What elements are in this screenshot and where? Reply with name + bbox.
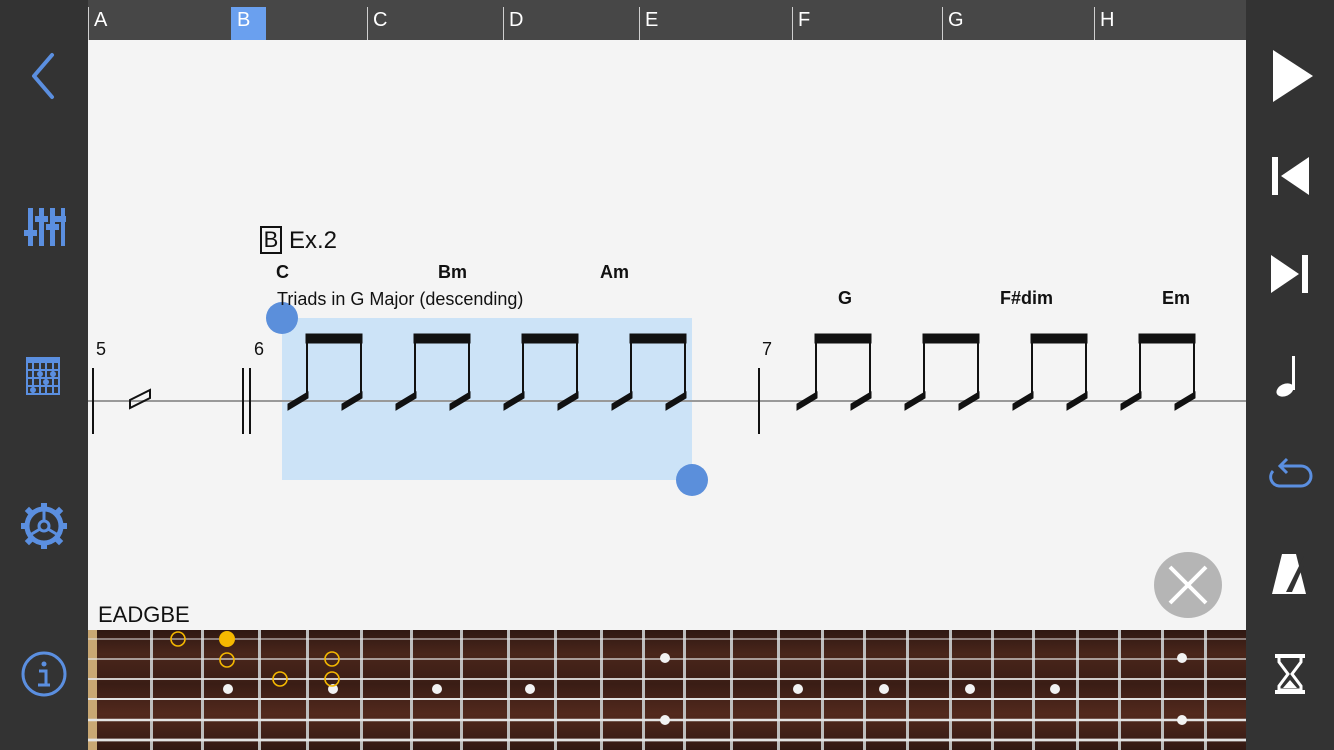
fretboard-drawing xyxy=(88,630,1246,750)
section-d[interactable]: D xyxy=(503,7,639,40)
section-label: D xyxy=(509,9,524,31)
fret-wire xyxy=(642,630,645,750)
fretboard[interactable] xyxy=(88,630,1246,750)
fret-wire xyxy=(360,630,363,750)
fret-wire xyxy=(991,630,994,750)
close-button[interactable] xyxy=(1154,552,1222,618)
fret-wire xyxy=(201,630,204,750)
beam xyxy=(1030,333,1088,344)
timer-icon xyxy=(1275,654,1305,694)
fret-wire xyxy=(507,630,510,750)
beam xyxy=(629,333,687,344)
fret-wire xyxy=(730,630,733,750)
nut xyxy=(88,630,97,750)
fret-marker xyxy=(660,653,670,663)
tuning-label: EADGBE xyxy=(98,602,190,627)
highlighted-note xyxy=(219,631,235,647)
note-outline xyxy=(219,652,235,668)
fret-marker xyxy=(660,715,670,725)
beam xyxy=(1138,333,1196,344)
skip-start-icon xyxy=(1272,157,1309,195)
fret-marker xyxy=(223,684,233,694)
right-toolbar xyxy=(1246,0,1334,750)
metronome-icon xyxy=(1272,554,1307,594)
score-view[interactable]: B Ex.2 Triads in G Major (descending) C … xyxy=(88,40,1246,630)
section-f[interactable]: F xyxy=(792,7,942,40)
beam xyxy=(305,333,363,344)
section-label: A xyxy=(94,9,108,31)
close-icon xyxy=(1168,565,1208,605)
play-icon xyxy=(1273,50,1313,102)
section-h[interactable]: H xyxy=(1094,7,1246,40)
metronome-button[interactable] xyxy=(1260,544,1320,604)
section-label: E xyxy=(645,9,659,31)
fret-marker xyxy=(1177,653,1187,663)
section-label: G xyxy=(948,9,964,31)
fret-wire xyxy=(863,630,866,750)
fret-wire xyxy=(1032,630,1035,750)
fret-marker xyxy=(793,684,803,694)
note-value-button[interactable] xyxy=(1260,346,1320,406)
skip-end-icon xyxy=(1271,255,1308,293)
loop-button[interactable] xyxy=(1260,444,1320,504)
fret-wire xyxy=(906,630,909,750)
fret-wire xyxy=(258,630,261,750)
fret-marker xyxy=(1177,715,1187,725)
back-button[interactable] xyxy=(14,46,74,106)
fret-wire xyxy=(777,630,780,750)
beam xyxy=(413,333,471,344)
fret-wire xyxy=(1161,630,1164,750)
beam xyxy=(922,333,980,344)
fret-wire xyxy=(821,630,824,750)
back-icon xyxy=(32,53,54,99)
fret-wire xyxy=(410,630,413,750)
section-a[interactable]: A xyxy=(88,7,231,40)
fret-wire xyxy=(600,630,603,750)
chord-grid-button[interactable] xyxy=(14,346,74,406)
info-button[interactable] xyxy=(14,644,74,704)
section-label: B xyxy=(237,9,251,31)
fret-marker xyxy=(965,684,975,694)
section-e[interactable]: E xyxy=(639,7,792,40)
fret-wire xyxy=(306,630,309,750)
fret-wire xyxy=(1076,630,1079,750)
settings-button[interactable] xyxy=(14,496,74,556)
settings-icon xyxy=(21,503,67,549)
note-icon xyxy=(1276,356,1295,397)
section-label: C xyxy=(373,9,388,31)
left-toolbar xyxy=(0,0,88,750)
fret-wire xyxy=(554,630,557,750)
section-g[interactable]: G xyxy=(942,7,1094,40)
section-label: H xyxy=(1100,9,1115,31)
fret-marker xyxy=(1050,684,1060,694)
loop-icon xyxy=(1269,457,1313,488)
fret-wire xyxy=(1204,630,1207,750)
fret-marker xyxy=(525,684,535,694)
fret-marker xyxy=(879,684,889,694)
timer-button[interactable] xyxy=(1260,644,1320,704)
skip-start-button[interactable] xyxy=(1260,146,1320,206)
info-icon xyxy=(21,651,67,697)
section-c[interactable]: C xyxy=(367,7,503,40)
play-button[interactable] xyxy=(1260,46,1320,106)
mixer-button[interactable] xyxy=(14,196,74,256)
fret-wire xyxy=(949,630,952,750)
beam xyxy=(521,333,579,344)
section-b[interactable]: B xyxy=(231,7,266,40)
beam xyxy=(814,333,872,344)
section-label: F xyxy=(798,9,811,31)
fret-wire xyxy=(460,630,463,750)
fret-wire xyxy=(1118,630,1121,750)
fret-wire xyxy=(150,630,153,750)
chord-grid-icon xyxy=(26,357,60,395)
section-timeline: A B C D E F G H xyxy=(88,0,1246,40)
notation-staff xyxy=(88,333,1246,434)
mixer-icon xyxy=(24,208,66,246)
fret-marker xyxy=(432,684,442,694)
skip-end-button[interactable] xyxy=(1260,244,1320,304)
fret-wire xyxy=(683,630,686,750)
